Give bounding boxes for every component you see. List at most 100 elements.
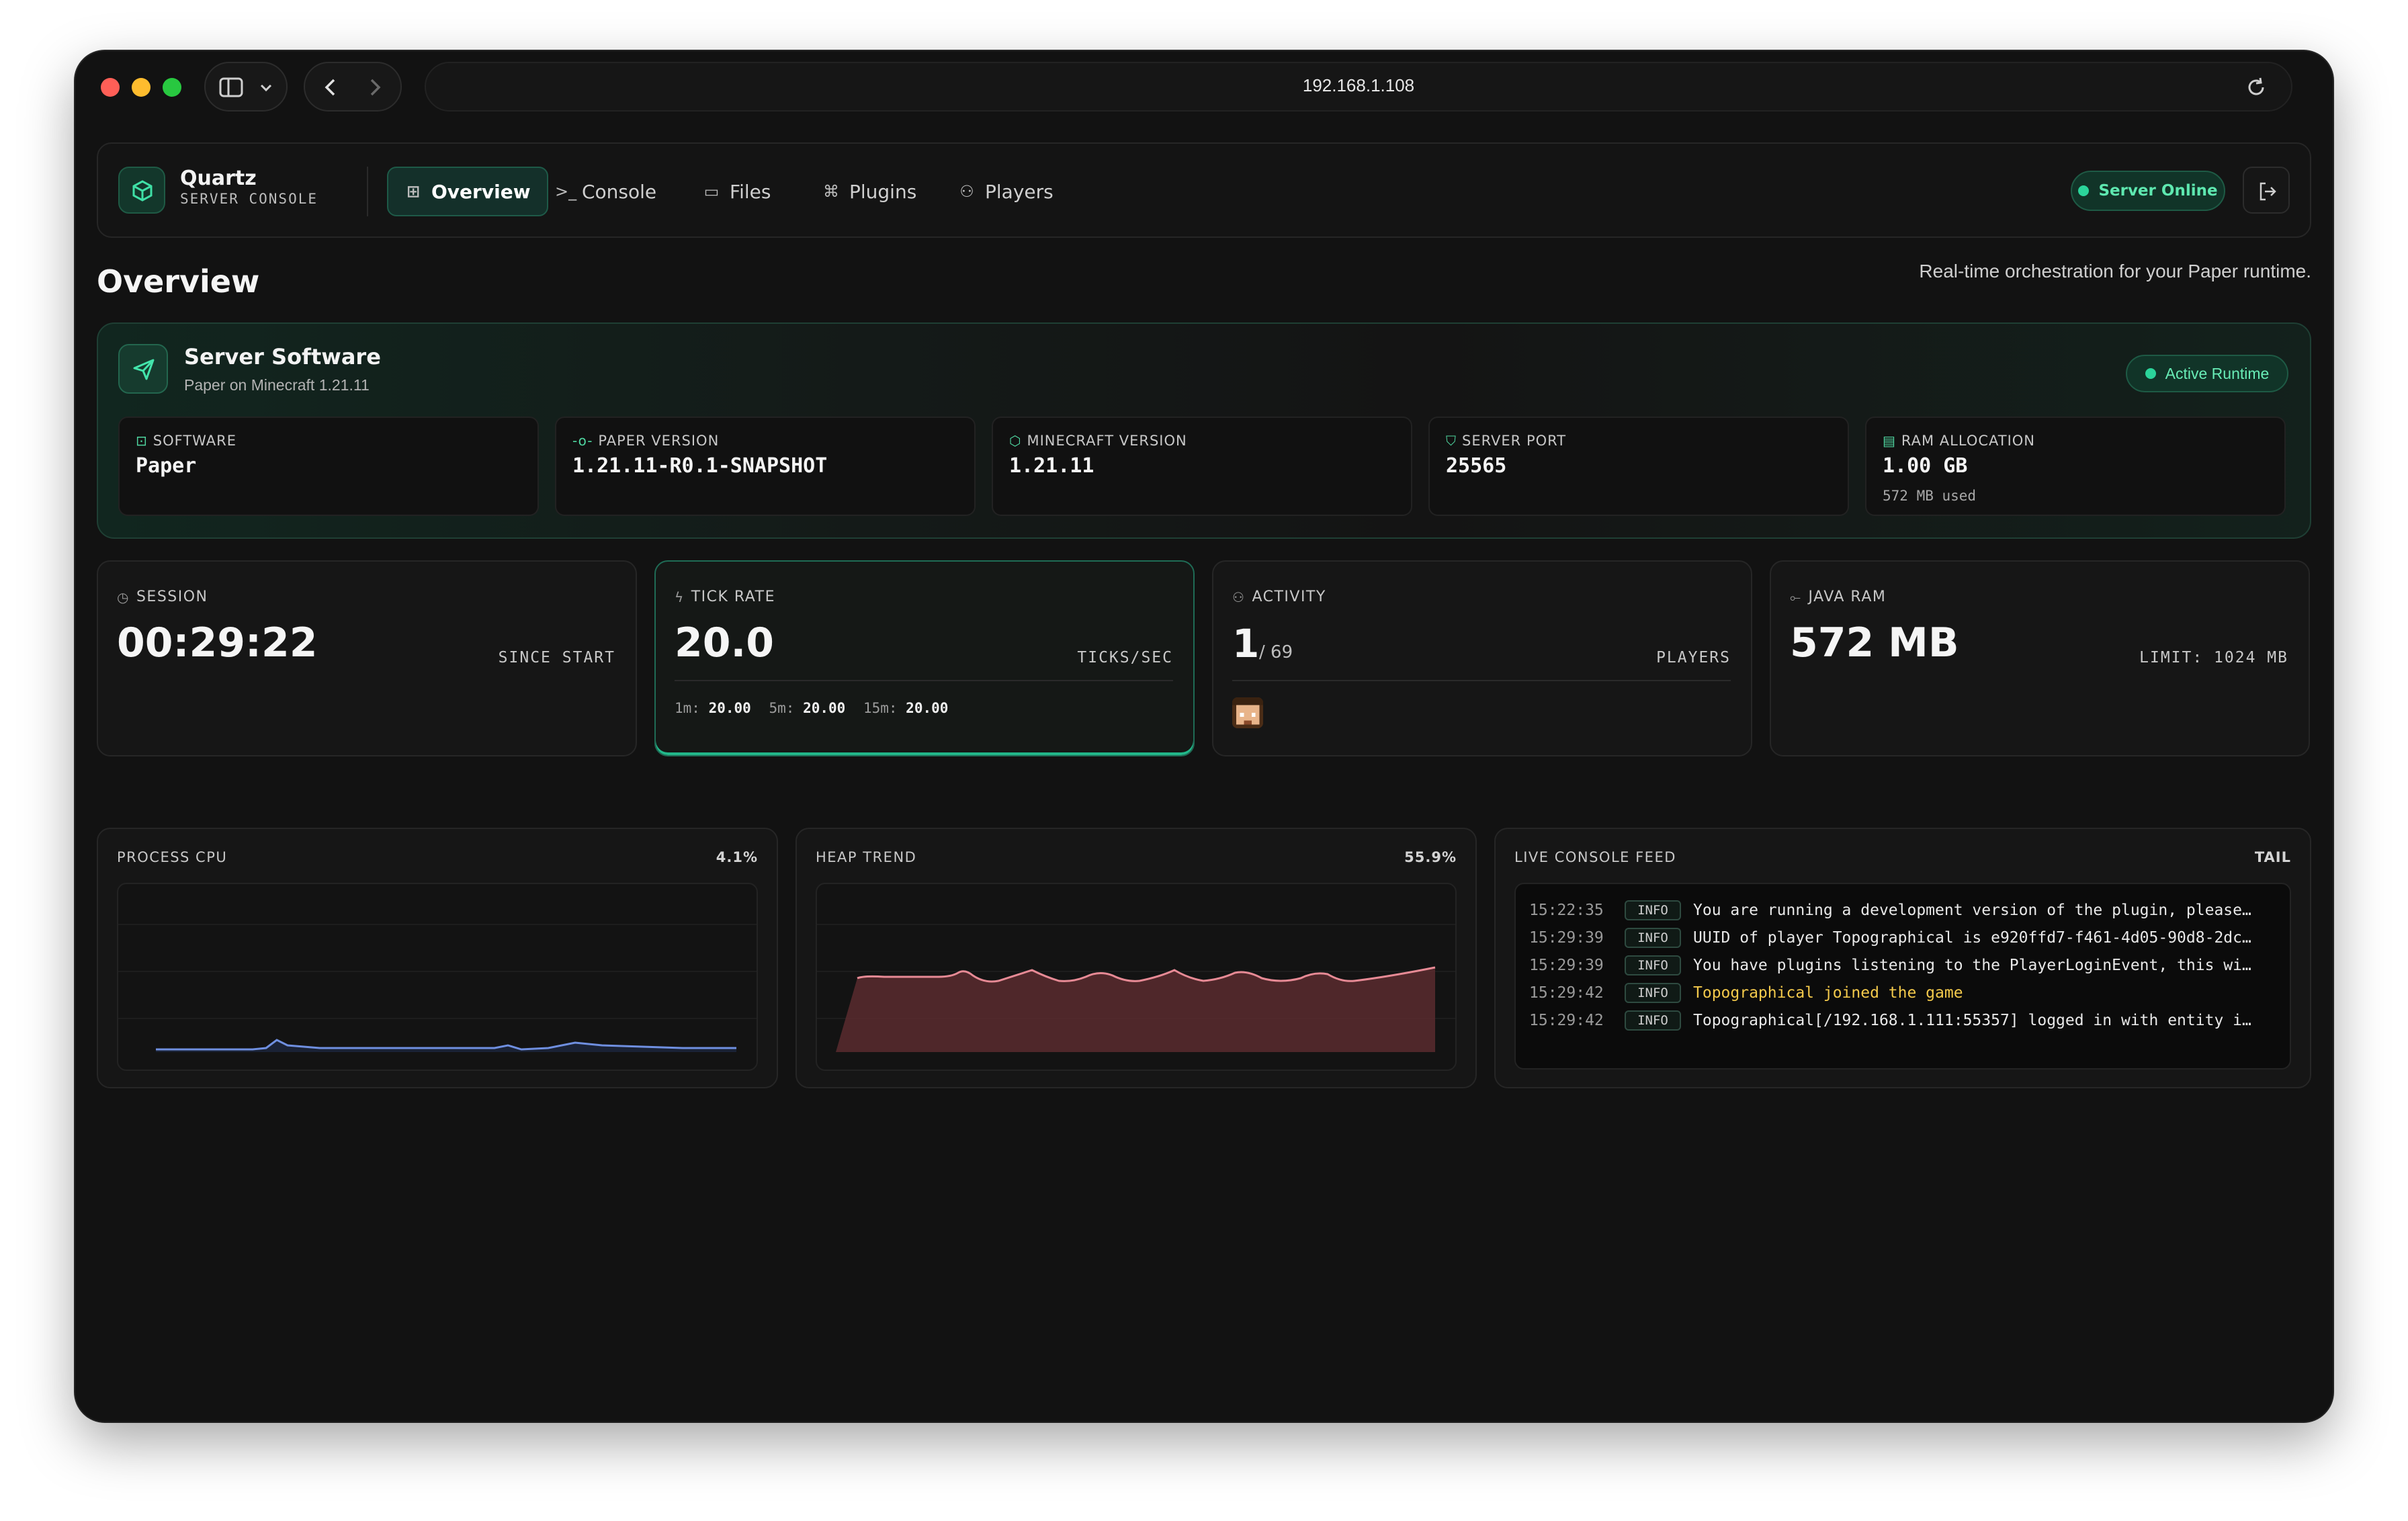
cpu-label: PROCESS CPU — [117, 849, 228, 865]
divider — [675, 680, 1173, 681]
log-row: 15:29:39 INFO You have plugins listening… — [1529, 951, 2276, 979]
timer-icon: ◷ — [117, 589, 130, 605]
player-avatar[interactable] — [1232, 697, 1263, 728]
session-card: ◷ SESSION 00:29:22 SINCE START — [97, 560, 637, 756]
maximize-window-button[interactable] — [163, 78, 181, 97]
log-time: 15:22:35 — [1529, 901, 1604, 919]
spec-software: ⊡ SOFTWARE Paper — [118, 417, 539, 516]
tab-label: Files — [730, 180, 771, 203]
player-max: / 69 — [1259, 642, 1293, 662]
tab-plugins[interactable]: ⌘ Plugins — [806, 167, 933, 216]
spec-value: 1.21.11 — [1009, 454, 1094, 478]
log-row: 15:29:42 INFO Topographical joined the g… — [1529, 979, 2276, 1006]
heap-label: HEAP TREND — [816, 849, 917, 865]
log-time: 15:29:39 — [1529, 928, 1604, 947]
close-window-button[interactable] — [101, 78, 120, 97]
console-tail-label[interactable]: TAIL — [2255, 849, 2291, 865]
sidebar-toggle-button[interactable] — [204, 62, 288, 112]
address-bar[interactable]: 192.168.1.108 — [425, 62, 2292, 112]
spec-value: 25565 — [1446, 454, 1507, 478]
lightning-icon: ϟ — [675, 589, 685, 605]
log-message: Topographical[/192.168.1.111:55357] logg… — [1693, 1011, 2251, 1029]
spec-label: RAM ALLOCATION — [1901, 433, 2036, 449]
server-software-logo — [118, 344, 168, 394]
session-value: 00:29:22 — [117, 619, 318, 666]
console-panel: LIVE CONSOLE FEED TAIL 15:22:35 INFO You… — [1494, 828, 2311, 1088]
chip-icon: ⊡ — [136, 433, 148, 449]
spec-minecraft-version: ⬡ MINECRAFT VERSION 1.21.11 — [992, 417, 1412, 516]
stat-label: TICK RATE — [691, 589, 775, 605]
minimize-window-button[interactable] — [132, 78, 150, 97]
session-unit: SINCE START — [498, 649, 615, 666]
browser-toolbar: 192.168.1.108 — [75, 51, 2333, 121]
send-icon — [133, 359, 155, 380]
tick-1m-label: 1m: — [675, 700, 700, 716]
cpu-chart — [117, 883, 758, 1071]
player-head-icon — [1232, 697, 1263, 728]
back-arrow-icon[interactable] — [322, 78, 339, 97]
log-time: 15:29:42 — [1529, 984, 1604, 1002]
puzzle-icon: ⌘ — [823, 182, 839, 201]
java-ram-value: 572 MB — [1790, 619, 1959, 666]
spec-value: Paper — [136, 454, 197, 478]
forward-arrow-icon[interactable] — [367, 78, 383, 97]
spec-value: 1.00 GB — [1883, 454, 1968, 478]
plug-icon: ⟜ — [1790, 589, 1802, 605]
active-runtime-badge: Active Runtime — [2126, 355, 2288, 392]
memory-icon: ▤ — [1883, 433, 1896, 449]
page-title: Overview — [97, 263, 260, 300]
java-ram-card: ⟜ JAVA RAM 572 MB LIMIT: 1024 MB — [1770, 560, 2310, 756]
server-software-title: Server Software — [184, 344, 381, 370]
log-level-badge: INFO — [1625, 927, 1681, 948]
tab-players[interactable]: ⚇ Players — [942, 167, 1070, 216]
log-level-badge: INFO — [1625, 982, 1681, 1003]
divider — [1232, 680, 1731, 681]
logout-icon — [2260, 182, 2276, 201]
spec-label: PAPER VERSION — [598, 433, 720, 449]
folder-icon: ▭ — [703, 182, 720, 201]
sidebar-icon — [219, 77, 243, 97]
logout-button[interactable] — [2243, 167, 2290, 214]
spec-note: 572 MB used — [1883, 488, 1977, 504]
tab-files[interactable]: ▭ Files — [687, 167, 787, 216]
grid-icon: ⊞ — [406, 182, 421, 201]
tick-5m-label: 5m: — [769, 700, 795, 716]
console-feed[interactable]: 15:22:35 INFO You are running a developm… — [1514, 883, 2291, 1070]
nav-divider — [367, 167, 368, 216]
log-message: You have plugins listening to the Player… — [1693, 956, 2251, 974]
heap-value: 55.9% — [1404, 849, 1457, 865]
users-icon: ⚇ — [959, 182, 974, 201]
tab-console[interactable]: >_ Console — [539, 167, 673, 216]
brand-name: Quartz — [180, 167, 257, 190]
log-row: 15:22:35 INFO You are running a developm… — [1529, 896, 2276, 924]
cpu-value: 4.1% — [716, 849, 758, 865]
heap-panel: HEAP TREND 55.9% — [796, 828, 1477, 1088]
page-subtitle: Real-time orchestration for your Paper r… — [1919, 261, 2311, 281]
tab-overview[interactable]: ⊞ Overview — [387, 167, 548, 216]
activity-unit: PLAYERS — [1656, 649, 1731, 666]
spec-server-port: ⛉ SERVER PORT 25565 — [1428, 417, 1849, 516]
log-level-badge: INFO — [1625, 955, 1681, 975]
spec-ram-allocation: ▤ RAM ALLOCATION 1.00 GB 572 MB used — [1865, 417, 2286, 516]
console-label: LIVE CONSOLE FEED — [1514, 849, 1676, 865]
reload-icon[interactable] — [2245, 77, 2267, 98]
cpu-panel: PROCESS CPU 4.1% — [97, 828, 778, 1088]
log-level-badge: INFO — [1625, 1010, 1681, 1031]
status-text: Server Online — [2098, 182, 2218, 200]
tick-5m-value: 20.00 — [803, 700, 846, 716]
spec-label: SERVER PORT — [1462, 433, 1567, 449]
log-row: 15:29:42 INFO Topographical[/192.168.1.1… — [1529, 1006, 2276, 1034]
history-nav — [304, 62, 402, 112]
log-level-badge: INFO — [1625, 900, 1681, 920]
app-navbar: Quartz SERVER CONSOLE ⊞ Overview >_ Cons… — [97, 142, 2311, 238]
tick-15m-value: 20.00 — [906, 700, 949, 716]
commit-icon: -o- — [572, 433, 593, 449]
spec-label: MINECRAFT VERSION — [1027, 433, 1187, 449]
tick-rate-card: ϟ TICK RATE 20.0 TICKS/SEC 1m: 20.00 5m: … — [654, 560, 1195, 756]
stat-label: ACTIVITY — [1252, 589, 1326, 605]
tab-label: Players — [985, 180, 1054, 203]
box-icon: ⬡ — [1009, 433, 1022, 449]
tab-label: Plugins — [849, 180, 917, 203]
spec-paper-version: -o- PAPER VERSION 1.21.11-R0.1-SNAPSHOT — [555, 417, 976, 516]
shield-icon: ⛉ — [1446, 433, 1457, 449]
